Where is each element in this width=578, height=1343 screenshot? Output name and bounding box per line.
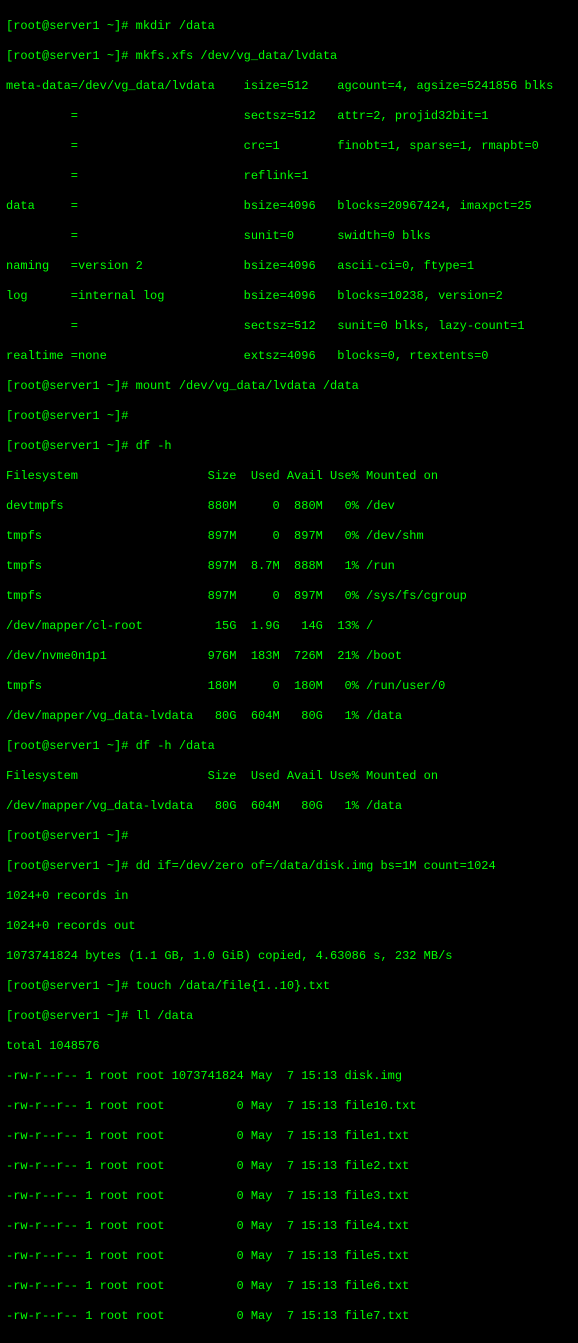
output-line: naming =version 2 bsize=4096 ascii-ci=0,… bbox=[6, 259, 572, 274]
ll-row: -rw-r--r-- 1 root root 0 May 7 15:13 fil… bbox=[6, 1249, 572, 1264]
ll-row: -rw-r--r-- 1 root root 0 May 7 15:13 fil… bbox=[6, 1129, 572, 1144]
cmd-line: [root@server1 ~]# bbox=[6, 829, 572, 844]
cmd-line: [root@server1 ~]# touch /data/file{1..10… bbox=[6, 979, 572, 994]
output-line: meta-data=/dev/vg_data/lvdata isize=512 … bbox=[6, 79, 572, 94]
cmd-line: [root@server1 ~]# ll /data bbox=[6, 1009, 572, 1024]
ll-row: -rw-r--r-- 1 root root 0 May 7 15:13 fil… bbox=[6, 1189, 572, 1204]
output-line: = crc=1 finobt=1, sparse=1, rmapbt=0 bbox=[6, 139, 572, 154]
df-row: tmpfs 180M 0 180M 0% /run/user/0 bbox=[6, 679, 572, 694]
cmd-line: [root@server1 ~]# dd if=/dev/zero of=/da… bbox=[6, 859, 572, 874]
cmd-line: [root@server1 ~]# df -h /data bbox=[6, 739, 572, 754]
df-row: tmpfs 897M 0 897M 0% /dev/shm bbox=[6, 529, 572, 544]
cmd-line: [root@server1 ~]# mkfs.xfs /dev/vg_data/… bbox=[6, 49, 572, 64]
cmd-line: [root@server1 ~]# df -h bbox=[6, 439, 572, 454]
ll-row: -rw-r--r-- 1 root root 0 May 7 15:13 fil… bbox=[6, 1159, 572, 1174]
output-line: = sectsz=512 sunit=0 blks, lazy-count=1 bbox=[6, 319, 572, 334]
output-line: total 1048576 bbox=[6, 1039, 572, 1054]
df-row: /dev/mapper/vg_data-lvdata 80G 604M 80G … bbox=[6, 799, 572, 814]
df-header: Filesystem Size Used Avail Use% Mounted … bbox=[6, 469, 572, 484]
output-line: = reflink=1 bbox=[6, 169, 572, 184]
df-row: devtmpfs 880M 0 880M 0% /dev bbox=[6, 499, 572, 514]
df-row: tmpfs 897M 0 897M 0% /sys/fs/cgroup bbox=[6, 589, 572, 604]
ll-row: -rw-r--r-- 1 root root 0 May 7 15:13 fil… bbox=[6, 1309, 572, 1324]
cmd-line: [root@server1 ~]# mount /dev/vg_data/lvd… bbox=[6, 379, 572, 394]
output-line: = sectsz=512 attr=2, projid32bit=1 bbox=[6, 109, 572, 124]
output-line: = sunit=0 swidth=0 blks bbox=[6, 229, 572, 244]
output-line: 1024+0 records in bbox=[6, 889, 572, 904]
df-row: tmpfs 897M 8.7M 888M 1% /run bbox=[6, 559, 572, 574]
cmd-line: [root@server1 ~]# bbox=[6, 409, 572, 424]
output-line: realtime =none extsz=4096 blocks=0, rtex… bbox=[6, 349, 572, 364]
ll-row: -rw-r--r-- 1 root root 1073741824 May 7 … bbox=[6, 1069, 572, 1084]
df-row: /dev/mapper/cl-root 15G 1.9G 14G 13% / bbox=[6, 619, 572, 634]
cmd-line: [root@server1 ~]# mkdir /data bbox=[6, 19, 572, 34]
output-line: data = bsize=4096 blocks=20967424, imaxp… bbox=[6, 199, 572, 214]
df-header: Filesystem Size Used Avail Use% Mounted … bbox=[6, 769, 572, 784]
ll-row: -rw-r--r-- 1 root root 0 May 7 15:13 fil… bbox=[6, 1219, 572, 1234]
ll-row: -rw-r--r-- 1 root root 0 May 7 15:13 fil… bbox=[6, 1099, 572, 1114]
ll-row: -rw-r--r-- 1 root root 0 May 7 15:13 fil… bbox=[6, 1279, 572, 1294]
output-line: 1073741824 bytes (1.1 GB, 1.0 GiB) copie… bbox=[6, 949, 572, 964]
output-line: log =internal log bsize=4096 blocks=1023… bbox=[6, 289, 572, 304]
df-row: /dev/mapper/vg_data-lvdata 80G 604M 80G … bbox=[6, 709, 572, 724]
output-line: 1024+0 records out bbox=[6, 919, 572, 934]
df-row: /dev/nvme0n1p1 976M 183M 726M 21% /boot bbox=[6, 649, 572, 664]
